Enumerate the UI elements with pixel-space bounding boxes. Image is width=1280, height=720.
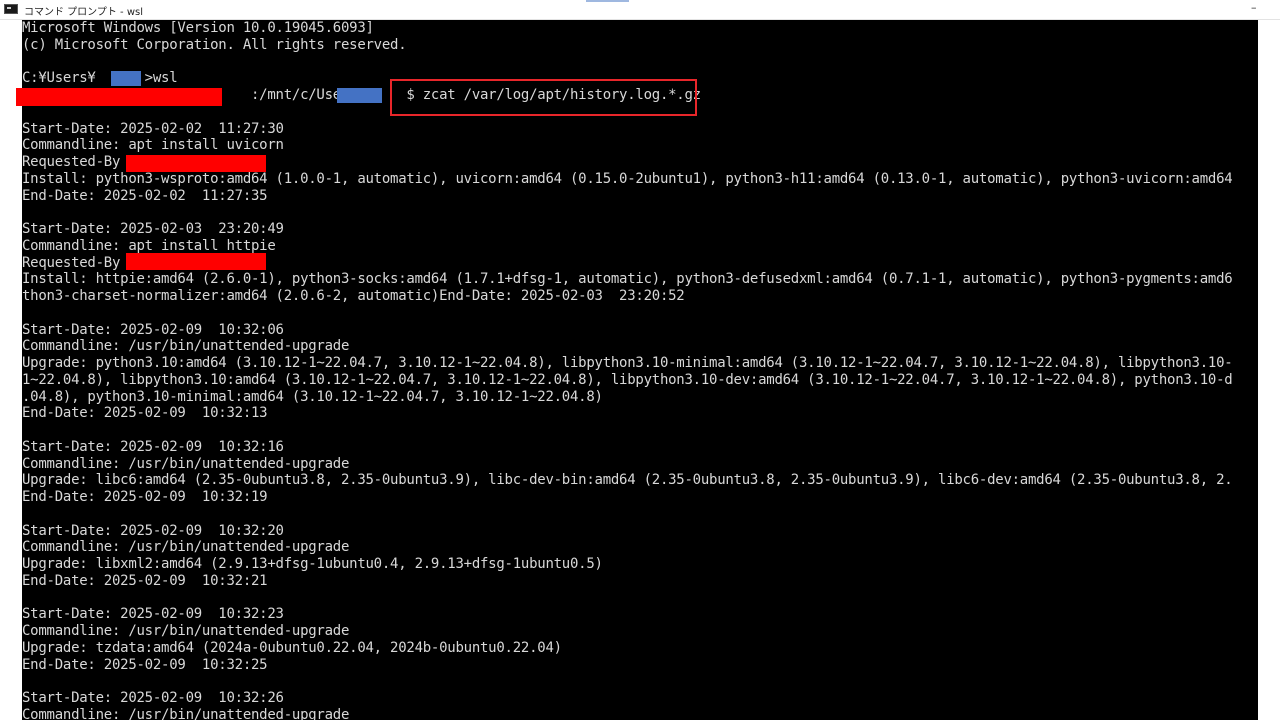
- terminal-output[interactable]: Microsoft Windows [Version 10.0.19045.60…: [22, 20, 1258, 720]
- console-line: Requested-By: [22, 254, 121, 271]
- console-line: End-Date: 2025-02-09 10:32:25: [22, 656, 268, 673]
- console-line: .04.8), python3.10-minimal:amd64 (3.10.1…: [22, 388, 603, 405]
- console-line: Commandline: /usr/bin/unattended-upgrade: [22, 539, 350, 556]
- redaction-requested-by-1: [126, 155, 266, 172]
- command-prompt-icon: [4, 4, 18, 14]
- window-titlebar[interactable]: コマンド プロンプト - wsl –: [0, 0, 1280, 20]
- console-line: Upgrade: tzdata:amd64 (2024a-0ubuntu0.22…: [22, 639, 562, 656]
- console-line: Start-Date: 2025-02-02 11:27:30: [22, 120, 284, 137]
- console-line: End-Date: 2025-02-02 11:27:35: [22, 187, 268, 204]
- console-line: Microsoft Windows [Version 10.0.19045.60…: [22, 20, 374, 36]
- console-line: thon3-charset-normalizer:amd64 (2.0.6-2,…: [22, 288, 685, 304]
- redaction-prompt-user: [16, 88, 222, 106]
- console-line: Commandline: apt install uvicorn: [22, 137, 284, 154]
- console-line: Start-Date: 2025-02-09 10:32:26: [22, 690, 284, 706]
- console-line: Start-Date: 2025-02-09 10:32:20: [22, 522, 284, 539]
- username-mask-2: [337, 88, 382, 103]
- console-line: End-Date: 2025-02-09 10:32:21: [22, 572, 268, 589]
- console-line: C:¥Users¥ >wsl: [22, 70, 178, 87]
- console-line: Requested-By: [22, 154, 121, 170]
- console-line: Upgrade: python3.10:amd64 (3.10.12-1~22.…: [22, 355, 1233, 371]
- minimize-icon[interactable]: –: [1251, 1, 1257, 14]
- command-highlight-box: [390, 79, 697, 116]
- console-line: Start-Date: 2025-02-03 23:20:49: [22, 221, 284, 237]
- console-line: Start-Date: 2025-02-09 10:32:06: [22, 321, 284, 338]
- console-line: Install: python3-wsproto:amd64 (1.0.0-1,…: [22, 170, 1233, 187]
- console-line: Install: httpie:amd64 (2.6.0-1), python3…: [22, 271, 1233, 288]
- console-line: End-Date: 2025-02-09 10:32:13: [22, 405, 268, 422]
- console-line: (c) Microsoft Corporation. All rights re…: [22, 36, 407, 53]
- window-right-edge: [1258, 20, 1280, 720]
- console-line: Upgrade: libxml2:amd64 (2.9.13+dfsg-1ubu…: [22, 556, 603, 572]
- console-line: Upgrade: libc6:amd64 (2.35-0ubuntu3.8, 2…: [22, 472, 1233, 489]
- console-line: 1~22.04.8), libpython3.10:amd64 (3.10.12…: [22, 371, 1233, 388]
- redaction-requested-by-2: [126, 253, 266, 270]
- titlebar-accent: [586, 0, 629, 2]
- console-line: Commandline: /usr/bin/unattended-upgrade: [22, 338, 350, 355]
- console-line: Commandline: /usr/bin/unattended-upgrade: [22, 623, 350, 639]
- console-line: Commandline: /usr/bin/unattended-upgrade: [22, 706, 350, 720]
- console-line: Commandline: /usr/bin/unattended-upgrade: [22, 455, 350, 472]
- username-mask-1: [111, 71, 141, 86]
- console-line: Start-Date: 2025-02-09 10:32:16: [22, 438, 284, 455]
- console-line: End-Date: 2025-02-09 10:32:19: [22, 489, 268, 505]
- window-title: コマンド プロンプト - wsl: [24, 7, 144, 18]
- console-line: Start-Date: 2025-02-09 10:32:23: [22, 606, 284, 623]
